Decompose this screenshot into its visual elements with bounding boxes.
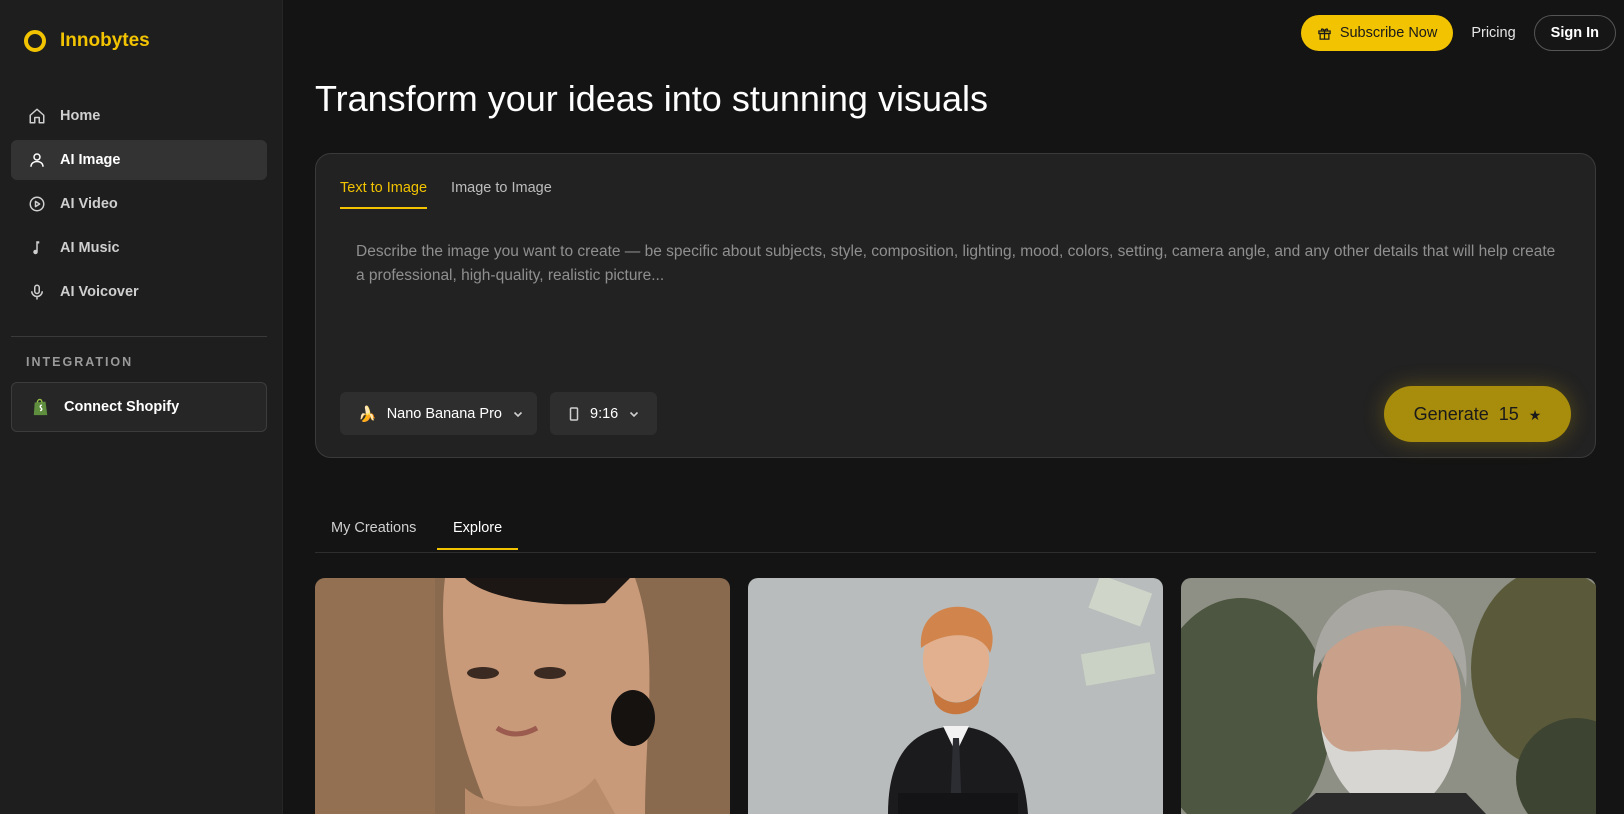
sidebar-item-label: AI Voicover	[60, 284, 139, 300]
sidebar-item-label: AI Image	[60, 152, 121, 168]
gallery-tabs: My Creations Explore	[315, 512, 1596, 553]
generate-label: Generate	[1413, 403, 1489, 424]
tab-image-to-image[interactable]: Image to Image	[451, 180, 552, 209]
integration-section-label: INTEGRATION	[26, 355, 134, 369]
play-circle-icon	[29, 196, 45, 212]
brand-logo[interactable]: Innobytes	[24, 28, 150, 54]
sidebar-item-ai-image[interactable]: AI Image	[11, 140, 267, 180]
chevron-down-icon	[513, 411, 523, 417]
gallery-image-older-man	[1181, 578, 1596, 814]
sign-in-label: Sign In	[1550, 25, 1599, 41]
gallery-image-man-in-suit	[748, 578, 1163, 814]
brand-ring-icon	[24, 30, 46, 52]
sidebar: Innobytes Home AI Image AI Video AI Musi…	[0, 0, 283, 814]
banana-icon: 🍌	[358, 405, 377, 423]
subscribe-now-button[interactable]: Subscribe Now	[1300, 15, 1454, 51]
aspect-ratio-value: 9:16	[590, 405, 619, 422]
gallery-card[interactable]	[1181, 578, 1596, 814]
pricing-link[interactable]: Pricing	[1467, 25, 1519, 41]
tab-text-to-image[interactable]: Text to Image	[340, 180, 428, 209]
sidebar-item-label: Home	[60, 108, 101, 124]
sidebar-divider	[11, 336, 267, 337]
music-note-icon	[33, 241, 40, 255]
subscribe-now-label: Subscribe Now	[1339, 25, 1438, 41]
sidebar-item-ai-music[interactable]: AI Music	[11, 228, 267, 268]
gallery-card[interactable]	[748, 578, 1163, 814]
gift-icon	[1318, 27, 1331, 40]
model-select[interactable]: 🍌 Nano Banana Pro	[340, 392, 537, 435]
generate-credits: 15	[1498, 403, 1519, 424]
chevron-down-icon	[630, 411, 639, 417]
generate-button[interactable]: Generate 15 ★	[1384, 386, 1571, 442]
prompt-input[interactable]: Describe the image you want to create — …	[356, 240, 1566, 288]
top-bar: Subscribe Now Pricing Sign In	[1300, 15, 1616, 51]
gallery-card[interactable]	[315, 578, 730, 814]
tab-explore[interactable]: Explore	[437, 520, 519, 550]
sign-in-button[interactable]: Sign In	[1533, 15, 1616, 51]
sidebar-item-home[interactable]: Home	[11, 96, 267, 136]
gallery-image-woman	[315, 578, 730, 814]
portrait-frame-icon	[569, 406, 579, 421]
model-select-value: Nano Banana Pro	[386, 405, 502, 422]
sidebar-item-label: AI Music	[60, 240, 120, 256]
user-icon	[30, 153, 44, 167]
sidebar-item-label: AI Video	[60, 196, 118, 212]
connect-shopify-button[interactable]: Connect Shopify	[11, 382, 267, 432]
home-icon	[29, 108, 45, 124]
generator-tabs: Text to Image Image to Image	[340, 180, 552, 209]
microphone-icon	[31, 284, 43, 300]
connect-shopify-label: Connect Shopify	[64, 399, 180, 415]
generator-panel: Text to Image Image to Image Describe th…	[315, 153, 1596, 458]
sidebar-item-ai-video[interactable]: AI Video	[11, 184, 267, 224]
brand-name: Innobytes	[60, 30, 150, 51]
tab-my-creations[interactable]: My Creations	[315, 520, 432, 548]
shopify-icon	[33, 398, 48, 416]
page-title: Transform your ideas into stunning visua…	[315, 78, 988, 119]
aspect-ratio-select[interactable]: 9:16	[550, 392, 657, 435]
sidebar-item-ai-voicover[interactable]: AI Voicover	[11, 272, 267, 312]
sidebar-nav: Home AI Image AI Video AI Music AI Voico…	[11, 96, 267, 316]
star-icon: ★	[1528, 407, 1542, 423]
